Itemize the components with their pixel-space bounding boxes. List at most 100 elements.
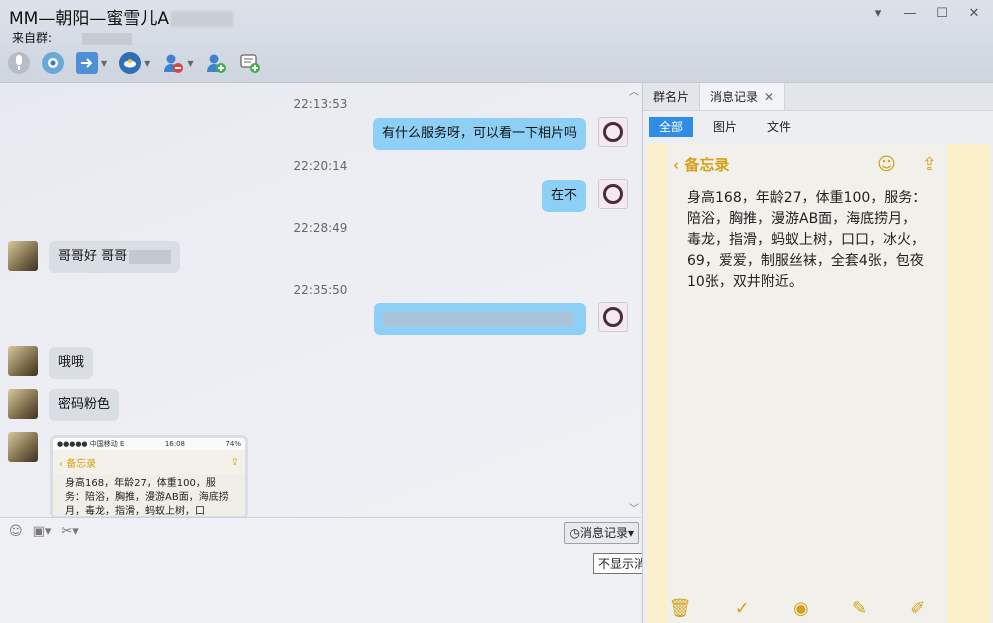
side-tabs: 群名片 消息记录 ✕	[643, 83, 993, 111]
video-icon	[42, 52, 64, 74]
redacted-region	[82, 32, 133, 45]
avatar-contact[interactable]	[8, 241, 38, 271]
message-bubble-outgoing[interactable]: 在不	[541, 180, 586, 212]
share-icon: ⇪	[921, 153, 937, 175]
timestamp: 22:28:49	[0, 221, 641, 235]
dropdown-icon[interactable]: ▾	[869, 6, 887, 22]
timestamp-text: 22:13:53	[293, 97, 348, 111]
avatar-logo-icon	[603, 122, 623, 142]
battery-text: 74%	[225, 440, 241, 448]
message-text: 哥哥好 哥哥	[58, 249, 128, 264]
chevron-down-icon: ▼	[187, 58, 194, 68]
share-screen-icon	[119, 52, 142, 74]
file-transfer-button[interactable]: ▼	[76, 52, 107, 74]
remove-member-icon	[162, 52, 184, 74]
timestamp: 22:35:50	[0, 283, 641, 297]
memo-nav: ‹ 备忘录 ☺ ⇪	[667, 144, 947, 184]
toolbar: ▼ ▼ ▼	[8, 52, 273, 74]
emoji-icon[interactable]: ☺	[9, 524, 23, 539]
avatar-self[interactable]	[598, 117, 628, 147]
microphone-button[interactable]	[8, 52, 30, 74]
redacted-region	[383, 311, 573, 326]
chat-history[interactable]: ︿ 22:13:53 有什么服务呀，可以看一下相片吗 22:20:14 在不 2…	[0, 83, 641, 517]
chevron-down-icon: ▼	[144, 58, 151, 68]
avatar-self[interactable]	[598, 302, 628, 332]
share-icon: ⇪	[230, 456, 239, 468]
memo-back: ‹ 备忘录	[673, 155, 730, 174]
trash-icon: 🗑	[668, 598, 692, 619]
group-source: 来自群:	[12, 29, 133, 46]
filter-all[interactable]: 全部	[649, 117, 694, 137]
timestamp-text: 22:20:14	[293, 159, 348, 173]
video-call-button[interactable]	[42, 52, 64, 74]
add-person-icon: ☺	[877, 153, 896, 175]
memo-back-label: 备忘录	[66, 458, 97, 470]
checkmark-icon: ✓	[734, 598, 750, 619]
avatar-contact[interactable]	[8, 432, 38, 462]
tab-label: 消息记录	[710, 90, 759, 104]
chevron-down-icon: ▾	[627, 526, 634, 540]
clock-icon: ◷	[569, 526, 580, 540]
compose-icon: ✐	[910, 598, 926, 619]
sketch-icon: ✎	[851, 598, 868, 619]
message-history-button[interactable]: ◷消息记录▾	[564, 522, 639, 544]
memo-text: 身高168，年龄27，体重100，服务：陪浴，胸推，漫游AB面，海底捞月，毒龙，…	[687, 190, 927, 290]
history-button-label: 消息记录	[579, 526, 628, 540]
phone-status-bar: ●●●●● 中国移动 E 16:08 74%	[53, 438, 245, 450]
avatar-contact[interactable]	[8, 346, 38, 376]
input-tools: ☺ ▣▾ ✂▾	[9, 524, 79, 539]
scroll-down-icon[interactable]: ﹀	[629, 500, 639, 515]
memo-back-label: 备忘录	[684, 155, 730, 174]
filter-images[interactable]: 图片	[703, 117, 747, 137]
message-bubble-incoming[interactable]: 哦哦	[49, 347, 94, 379]
side-panel: 群名片 消息记录 ✕ 全部 图片 文件 ‹ 备忘录 ☺ ⇪ 身高168，年龄27，…	[642, 83, 993, 623]
window-title-text: MM—朝阳—蜜雪儿A	[9, 9, 169, 29]
window-title: MM—朝阳—蜜雪儿A	[9, 4, 233, 29]
message-bubble-incoming[interactable]: 哥哥好 哥哥	[49, 241, 181, 273]
scroll-up-icon[interactable]: ︿	[629, 83, 639, 98]
chat-header: MM—朝阳—蜜雪儿A 来自群: ▾ — ☐ ✕ ▼ ▼ ▼	[0, 0, 993, 83]
source-label: 来自群:	[12, 31, 53, 45]
image-message[interactable]: ●●●●● 中国移动 E 16:08 74% ‹ 备忘录 ⇪ 身高168，年龄2…	[50, 435, 248, 517]
minimize-button[interactable]: —	[901, 6, 919, 22]
time-text: 16:08	[164, 440, 186, 448]
scissors-icon[interactable]: ✂▾	[61, 524, 78, 539]
close-icon[interactable]: ✕	[764, 90, 774, 104]
tab-message-history[interactable]: 消息记录 ✕	[699, 83, 786, 110]
microphone-icon	[8, 52, 30, 74]
memo-back: ‹ 备忘录	[59, 458, 97, 470]
timestamp: 22:13:53	[0, 97, 641, 111]
input-toolbar: ☺ ▣▾ ✂▾ ◷消息记录▾	[0, 517, 641, 547]
add-member-button[interactable]	[205, 52, 227, 74]
timestamp-text: 22:28:49	[293, 221, 348, 235]
avatar-contact[interactable]	[8, 389, 38, 419]
avatar-self[interactable]	[598, 179, 628, 209]
camera-icon: ◉	[793, 598, 809, 619]
memo-nav: ‹ 备忘录 ⇪	[53, 450, 245, 474]
file-transfer-icon	[76, 52, 98, 74]
memo-bottom-bar: 🗑 ✓ ◉ ✎ ✐	[647, 598, 947, 619]
message-bubble-incoming[interactable]: 密码粉色	[49, 389, 120, 421]
share-screen-button[interactable]: ▼	[119, 52, 150, 74]
tab-label: 群名片	[653, 90, 690, 104]
filter-files[interactable]: 文件	[757, 117, 801, 137]
memo-nav-icons: ☺ ⇪	[877, 154, 937, 175]
avatar-logo-icon	[603, 307, 623, 327]
message-input[interactable]	[0, 547, 641, 623]
message-bubble-outgoing-redacted[interactable]	[374, 303, 586, 335]
message-button[interactable]	[239, 52, 261, 74]
message-bubble-outgoing[interactable]: 有什么服务呀，可以看一下相片吗	[372, 118, 586, 150]
avatar-logo-icon	[603, 184, 623, 204]
timestamp: 22:20:14	[0, 159, 641, 173]
redacted-region	[129, 249, 172, 264]
add-member-icon	[205, 52, 227, 74]
close-button[interactable]: ✕	[965, 6, 983, 22]
maximize-button[interactable]: ☐	[933, 6, 951, 22]
remove-member-button[interactable]: ▼	[162, 52, 193, 74]
history-filters: 全部 图片 文件	[643, 111, 993, 143]
message-icon	[239, 52, 261, 74]
image-preview[interactable]: ‹ 备忘录 ☺ ⇪ 身高168，年龄27，体重100，服务：陪浴，胸推，漫游AB…	[647, 144, 990, 623]
carrier-text: ●●●●● 中国移动 E	[57, 440, 125, 448]
tab-group-card[interactable]: 群名片	[643, 83, 699, 110]
image-icon[interactable]: ▣▾	[33, 524, 52, 539]
